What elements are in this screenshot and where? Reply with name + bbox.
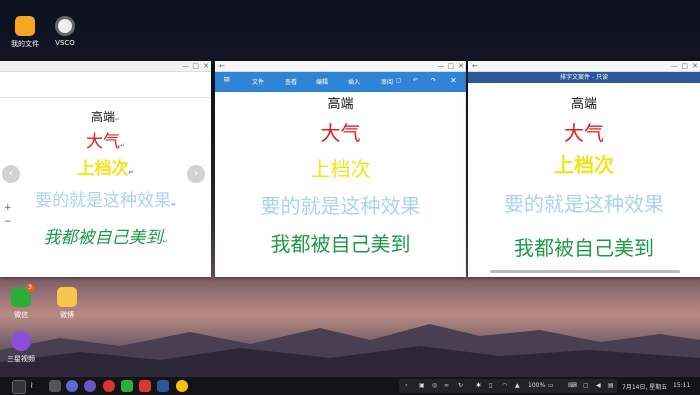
close-document-icon[interactable]: ✕ bbox=[450, 76, 457, 85]
doc-line-2: 大气 bbox=[564, 121, 604, 145]
save-icon[interactable]: ▢ bbox=[396, 77, 402, 84]
back-arrow-icon[interactable]: ← bbox=[472, 62, 478, 70]
middle-word-window[interactable]: ← — □ ✕ ≡ 文件 查看 编辑 插入 审阅 ▢ ↶ ↷ ✕ 高端 大气 上… bbox=[215, 61, 466, 277]
desktop-icon-label: 微信 bbox=[14, 311, 28, 319]
keyboard-icon[interactable]: ⌨ bbox=[568, 382, 577, 389]
left-window-ruler bbox=[0, 71, 211, 98]
word-ribbon-toolbar: ≡ 文件 查看 编辑 插入 审阅 ▢ ↶ ↷ ✕ bbox=[215, 72, 466, 92]
maximize-icon[interactable]: □ bbox=[681, 62, 688, 70]
signal-icon[interactable]: ▲ bbox=[515, 382, 520, 389]
horizontal-scrollbar[interactable] bbox=[490, 270, 680, 273]
doc-line-5: 我都被自己美到↵ bbox=[43, 228, 168, 248]
window-mode-icon[interactable]: ▢ bbox=[583, 382, 589, 389]
desktop-wallpaper-mountains bbox=[0, 324, 700, 376]
minimize-icon[interactable]: — bbox=[671, 62, 678, 70]
doc-line-1: 高端↵ bbox=[90, 110, 121, 124]
notification-badge: 3 bbox=[26, 284, 34, 292]
close-icon[interactable]: ✕ bbox=[692, 62, 698, 70]
maximize-icon[interactable]: □ bbox=[447, 62, 454, 70]
taskbar: ≀ › ▣ ◎ ∞ ↻ ✱ ▯ ◠ ▲ 100% ▭ ⌨ ▢ ◀ ▤ 7月14日… bbox=[0, 376, 700, 395]
doc-line-3: 上档次 bbox=[554, 153, 614, 177]
chevron-right-icon[interactable]: › bbox=[405, 382, 407, 389]
zoom-in-button[interactable]: + bbox=[4, 203, 12, 213]
app-wechat-icon[interactable] bbox=[121, 380, 133, 392]
maximize-icon[interactable]: □ bbox=[192, 62, 199, 70]
minimize-icon[interactable]: — bbox=[182, 62, 189, 70]
left-document-window[interactable]: — □ ✕ 高端↵ 大气↵ 上档次↵ 要的就是这种效果↵ 我都被自己美到↵ ‹ … bbox=[0, 61, 211, 277]
menu-file[interactable]: 文件 bbox=[252, 77, 264, 86]
undo-icon[interactable]: ↶ bbox=[413, 77, 418, 84]
notification-icon[interactable]: ▤ bbox=[608, 382, 614, 389]
image-icon[interactable]: ▣ bbox=[419, 382, 425, 389]
grid-menu-icon[interactable] bbox=[12, 380, 26, 394]
desktop-icon-vsco[interactable]: VSCO bbox=[40, 16, 90, 47]
activity-icon[interactable]: ≀ bbox=[30, 380, 42, 392]
desktop-icon-label: VSCO bbox=[55, 39, 75, 47]
vsco-icon bbox=[55, 16, 75, 36]
menu-review[interactable]: 审阅 bbox=[381, 77, 393, 86]
doc-line-2: 大气↵ bbox=[85, 132, 126, 152]
redo-icon[interactable]: ↷ bbox=[431, 77, 436, 84]
zoom-out-button[interactable]: − bbox=[4, 217, 12, 227]
menu-insert[interactable]: 插入 bbox=[348, 77, 360, 86]
weibo-icon bbox=[57, 287, 77, 307]
previous-page-button[interactable]: ‹ bbox=[2, 165, 20, 183]
doc-line-3: 上档次 bbox=[310, 157, 371, 181]
app-messages-icon[interactable] bbox=[84, 380, 96, 392]
doc-line-1: 高端 bbox=[327, 97, 354, 112]
middle-window-titlebar[interactable]: ← — □ ✕ bbox=[215, 61, 466, 72]
menu-view[interactable]: 查看 bbox=[285, 77, 297, 86]
doc-line-4: 要的就是这种效果 bbox=[504, 192, 664, 216]
next-page-button[interactable]: › bbox=[187, 165, 205, 183]
document-title: 排字文案件 - 只读 bbox=[468, 72, 700, 83]
wechat-icon: 3 bbox=[11, 284, 34, 307]
desktop-icon-weibo[interactable]: 微博 bbox=[42, 287, 92, 320]
app-word-icon[interactable] bbox=[157, 380, 169, 392]
folder-icon bbox=[15, 16, 35, 36]
right-window-titlebar[interactable]: ← — □ ✕ bbox=[468, 61, 700, 72]
wifi-icon[interactable]: ◠ bbox=[502, 382, 507, 389]
battery-icon[interactable]: ▭ bbox=[548, 382, 554, 389]
doc-line-4: 要的就是这种效果↵ bbox=[34, 191, 177, 211]
sync-icon[interactable]: ↻ bbox=[458, 382, 463, 389]
doc-line-2: 大气 bbox=[320, 121, 361, 145]
bluetooth-icon[interactable]: ✱ bbox=[476, 382, 481, 389]
app-wps-icon[interactable] bbox=[139, 380, 151, 392]
hamburger-menu-icon[interactable]: ≡ bbox=[223, 75, 231, 85]
camera-icon[interactable]: ◎ bbox=[432, 382, 437, 389]
desktop-icon-label: 微博 bbox=[60, 311, 74, 319]
app-weibo-icon[interactable] bbox=[103, 380, 115, 392]
doc-line-1: 高端 bbox=[570, 97, 597, 112]
doc-line-3: 上档次↵ bbox=[77, 159, 134, 179]
back-arrow-icon[interactable]: ← bbox=[219, 62, 225, 70]
doc-line-5: 我都被自己美到 bbox=[514, 236, 654, 260]
nfc-icon[interactable]: ▯ bbox=[489, 382, 492, 389]
window-icon[interactable] bbox=[49, 380, 61, 392]
doc-line-4: 要的就是这种效果 bbox=[260, 194, 421, 218]
desktop-icon-samsung-video[interactable]: 三星视频 bbox=[0, 331, 46, 364]
right-readonly-window[interactable]: ← — □ ✕ 排字文案件 - 只读 高端 大气 上档次 要的就是这种效果 我都… bbox=[468, 61, 700, 277]
link-icon[interactable]: ∞ bbox=[444, 382, 449, 389]
close-icon[interactable]: ✕ bbox=[458, 62, 464, 70]
close-icon[interactable]: ✕ bbox=[203, 62, 209, 70]
app-browser-icon[interactable] bbox=[66, 380, 78, 392]
doc-line-5: 我都被自己美到 bbox=[270, 232, 411, 256]
menu-edit[interactable]: 编辑 bbox=[316, 77, 328, 86]
taskbar-date: 7月14日, 星期五 bbox=[622, 384, 668, 391]
play-icon bbox=[11, 331, 31, 351]
volume-icon[interactable]: ◀ bbox=[596, 382, 601, 389]
battery-percent: 100% bbox=[528, 382, 546, 389]
app-yellow-icon[interactable] bbox=[176, 380, 188, 392]
desktop-icon-wechat[interactable]: 3 微信 bbox=[0, 284, 46, 320]
desktop-icon-label: 三星视频 bbox=[7, 355, 35, 363]
minimize-icon[interactable]: — bbox=[437, 62, 444, 70]
taskbar-time: 15:11 bbox=[673, 382, 691, 389]
